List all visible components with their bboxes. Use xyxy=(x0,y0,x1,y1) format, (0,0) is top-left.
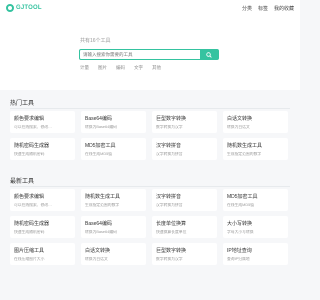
tool-card[interactable]: 巨型数字转换 数字转换为汉字 xyxy=(152,111,217,133)
category-links: 计量 图片 编码 文字 其他 xyxy=(80,65,161,71)
tool-card[interactable]: 汉字转拼音汉字转换为拼音 xyxy=(152,189,217,211)
tool-card-description: 在线生成MD5值 xyxy=(227,203,255,207)
tool-card[interactable]: 颜色要求编辑可以在线搜索、修改… xyxy=(10,111,75,133)
tool-card-title: 巨型数字转换 xyxy=(156,116,187,122)
tool-card-title: 白话文转换 xyxy=(85,248,111,254)
tool-card[interactable]: 白话文转换转换为白话文 xyxy=(81,243,146,265)
search-box xyxy=(79,49,219,60)
tool-card[interactable]: 图片压缩工具 在线压缩图片大小 xyxy=(10,243,75,265)
tool-card[interactable]: 颜色要求编辑可以在线搜索、修改… xyxy=(10,189,75,211)
category-link[interactable]: 文字 xyxy=(134,65,143,71)
tool-count-hint: 共有16个工具 xyxy=(80,38,111,44)
section-divider xyxy=(10,186,290,187)
nav-item-tags[interactable]: 标签 xyxy=(258,5,268,12)
hot-section-title: 热门工具 xyxy=(10,101,35,107)
tool-card-title: Base64编码 xyxy=(85,116,112,122)
hot-tools-grid: 颜色要求编辑 可以在线搜索、修改… Base64编码 转换为Base64编码 巨型数字转… xyxy=(10,111,290,160)
tool-card-description: 快速生成随机密码 xyxy=(14,152,45,156)
tool-card-description: 字母大小写转换 xyxy=(227,230,254,234)
tool-card-title: 图片压缩工具 xyxy=(14,248,45,254)
nav-item-categories[interactable]: 分类 xyxy=(242,5,252,12)
tool-card-title: IP地址查询 xyxy=(227,248,252,254)
tool-card[interactable]: 巨型数字转换 数字转换为汉字 xyxy=(152,243,217,265)
tool-card-title: 随机密码生成器 xyxy=(14,143,50,149)
tool-card-description: 转换为Base64编码 xyxy=(85,125,117,129)
tool-card[interactable]: Base64编码转换为Base64编码 xyxy=(81,216,146,238)
search-button[interactable] xyxy=(200,50,218,59)
tool-card-title: 随机数生成工具 xyxy=(227,143,263,149)
tool-card[interactable]: 随机密码生成器 快速生成随机密码 xyxy=(10,216,75,238)
tool-card[interactable]: 随机数生成工具 生成指定范围的数字 xyxy=(223,138,288,160)
tool-card-description: 汉字转换为拼音 xyxy=(156,152,183,156)
tool-card-title: 随机数生成工具 xyxy=(85,194,121,200)
tool-card-description: 快速换算长度单位 xyxy=(156,230,187,234)
logo-icon xyxy=(6,4,14,12)
latest-tools-grid: 颜色要求编辑 可以在线搜索、修改… 随机数生成工具 生成指定范围的数字 汉字转拼音 汉字转… xyxy=(10,189,290,265)
search-icon xyxy=(206,51,212,58)
tool-card-title: 汉字转拼音 xyxy=(156,143,182,149)
latest-section-title: 最新工具 xyxy=(10,179,35,185)
tool-card[interactable]: MD5加密工具 在线生成MD5值 xyxy=(223,189,288,211)
tool-card-title: 汉字转拼音 xyxy=(156,194,182,200)
logo[interactable]: GJTOOL xyxy=(6,4,42,12)
tool-card-title: 颜色要求编辑 xyxy=(14,116,45,122)
tool-card-description: 可以在线搜索、修改… xyxy=(14,203,52,207)
tool-card[interactable]: 随机数生成工具 生成指定范围的数字 xyxy=(81,189,146,211)
nav-item-favorites[interactable]: 我的收藏 xyxy=(274,5,294,12)
tool-card[interactable]: IP地址查询 查询IP归属地 xyxy=(223,243,288,265)
tool-card-title: MD5加密工具 xyxy=(227,194,258,200)
tool-card[interactable]: 大小写转换字母大小写转换 xyxy=(223,216,288,238)
tool-card[interactable]: Base64编码转换为Base64编码 xyxy=(81,111,146,133)
tool-card[interactable]: MD5加密工具 在线生成MD5值 xyxy=(81,138,146,160)
tool-card-title: Base64编码 xyxy=(85,221,112,227)
tool-card[interactable]: 汉字转拼音汉字转换为拼音 xyxy=(152,138,217,160)
tool-card[interactable]: 随机密码生成器 快速生成随机密码 xyxy=(10,138,75,160)
tool-card-description: 可以在线搜索、修改… xyxy=(14,125,52,129)
category-link[interactable]: 计量 xyxy=(80,65,89,71)
tool-card-title: 随机密码生成器 xyxy=(14,221,50,227)
tool-card-title: 巨型数字转换 xyxy=(156,248,187,254)
tool-card-description: 生成指定范围的数字 xyxy=(85,203,120,207)
tool-card[interactable]: 白话文转换转换为白话文 xyxy=(223,111,288,133)
category-link[interactable]: 编码 xyxy=(116,65,125,71)
tool-card-description: 数字转换为汉字 xyxy=(156,257,183,261)
section-divider xyxy=(10,108,290,109)
tool-card-description: 生成指定范围的数字 xyxy=(227,152,262,156)
tool-card-title: 大小写转换 xyxy=(227,221,253,227)
tool-card-description: 转换为白话文 xyxy=(227,125,250,129)
logo-text: GJTOOL xyxy=(16,5,42,11)
tool-card-description: 查询IP归属地 xyxy=(227,257,250,261)
hero-search-area: 共有16个工具 计量 图片 编码 文字 其他 xyxy=(0,22,300,90)
tool-card-description: 转换为Base64编码 xyxy=(85,230,117,234)
top-nav: 分类 标签 我的收藏 xyxy=(242,5,294,12)
tool-card-description: 在线生成MD5值 xyxy=(85,152,113,156)
category-link[interactable]: 其他 xyxy=(152,65,161,71)
tool-card-title: 长度单位换算 xyxy=(156,221,187,227)
top-bar: GJTOOL 分类 标签 我的收藏 xyxy=(0,0,300,23)
tool-card-description: 在线压缩图片大小 xyxy=(14,257,45,261)
category-link[interactable]: 图片 xyxy=(98,65,107,71)
tool-card-description: 快速生成随机密码 xyxy=(14,230,45,234)
tool-card-description: 转换为白话文 xyxy=(85,257,108,261)
tool-card-title: MD5加密工具 xyxy=(85,143,116,149)
tool-card-title: 白话文转换 xyxy=(227,116,253,122)
tool-card-description: 数字转换为汉字 xyxy=(156,125,183,129)
tool-card[interactable]: 长度单位换算 快速换算长度单位 xyxy=(152,216,217,238)
search-input[interactable] xyxy=(80,50,200,59)
tool-card-description: 汉字转换为拼音 xyxy=(156,203,183,207)
tool-card-title: 颜色要求编辑 xyxy=(14,194,45,200)
